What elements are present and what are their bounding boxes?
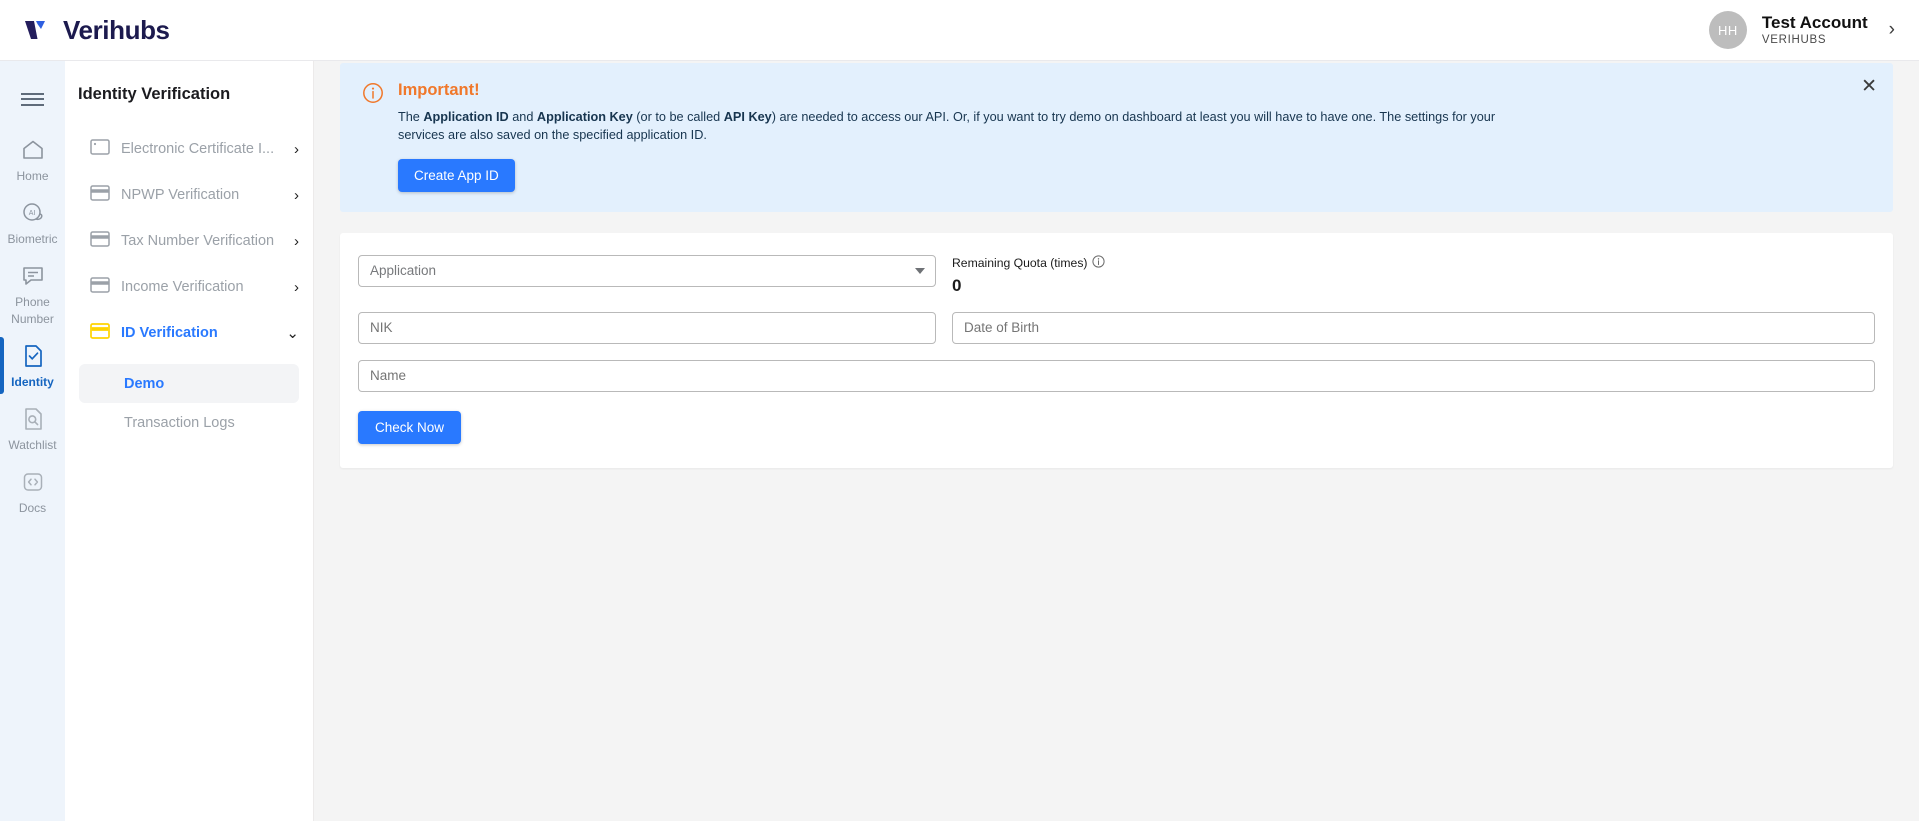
account-name: Test Account	[1761, 13, 1868, 33]
name-input[interactable]	[358, 359, 1875, 392]
sidebar-item-electronic-certificate[interactable]: Electronic Certificate I... ›	[65, 126, 313, 172]
sidebar-subitem-label: Demo	[124, 375, 165, 392]
chevron-right-icon: ›	[294, 232, 299, 250]
rail-item-phone-number[interactable]: Phone Number	[0, 255, 65, 332]
alert-text-p2: and	[508, 110, 537, 124]
rail-item-biometric[interactable]: AI Biometric	[0, 192, 65, 253]
important-alert: Important! The Application ID and Applic…	[340, 63, 1893, 212]
quota-label-wrap: Remaining Quota (times)	[952, 255, 1875, 271]
create-app-id-button[interactable]: Create App ID	[398, 158, 515, 192]
sidebar-item-id-verification[interactable]: ID Verification ⌄	[65, 310, 313, 356]
sidebar-item-label: Electronic Certificate I...	[121, 141, 275, 157]
card-icon	[90, 184, 110, 206]
sidebar-menu: Electronic Certificate I... › NPWP Verif…	[65, 126, 313, 442]
card-icon	[90, 276, 110, 298]
info-icon[interactable]	[1092, 255, 1106, 271]
alert-text-p1: The	[398, 110, 424, 124]
account-text: Test Account VERIHUBS	[1762, 12, 1868, 48]
card-dot-icon	[90, 138, 110, 160]
form-row-application: Application Remaining Quota (times) 0	[358, 254, 1875, 296]
account-menu[interactable]: HH Test Account VERIHUBS ›	[1708, 11, 1901, 49]
check-now-button[interactable]: Check Now	[358, 410, 462, 444]
close-icon[interactable]: ✕	[1861, 77, 1877, 96]
alert-text-b3: API Key	[723, 110, 772, 124]
demo-form-card: Application Remaining Quota (times) 0 NI…	[340, 232, 1893, 468]
card-icon-yellow	[90, 322, 110, 344]
home-icon	[20, 137, 46, 163]
secondary-sidebar: Identity Verification Electronic Certifi…	[65, 61, 314, 821]
card-icon	[90, 230, 110, 252]
message-icon	[20, 263, 46, 289]
application-select-value: Application	[370, 263, 437, 279]
document-search-icon	[20, 406, 46, 432]
chevron-down-icon: ⌄	[286, 325, 299, 342]
code-brackets-icon	[20, 469, 46, 495]
alert-title: Important!	[398, 81, 480, 99]
sidebar-item-label: ID Verification	[121, 325, 218, 341]
rail-label: Identity	[11, 374, 54, 389]
alert-text-b2: Application Key	[536, 110, 633, 124]
top-bar: Verihubs HH Test Account VERIHUBS ›	[0, 0, 1919, 61]
sidebar-subitem-transaction-logs[interactable]: Transaction Logs	[79, 403, 299, 442]
rail-item-watchlist[interactable]: Watchlist	[0, 398, 65, 459]
icon-rail: Home AI Biometric Phone Number Identity …	[0, 61, 65, 821]
chevron-right-icon: ›	[294, 140, 299, 158]
sidebar-item-label: Tax Number Verification	[121, 233, 275, 249]
chevron-right-icon: ›	[294, 278, 299, 296]
sidebar-subitem-label: Transaction Logs	[124, 414, 235, 431]
quota-label: Remaining Quota (times)	[952, 255, 1088, 270]
chevron-down-icon	[915, 267, 925, 274]
sidebar-item-label: Income Verification	[121, 279, 244, 295]
sidebar-item-tax-number-verification[interactable]: Tax Number Verification ›	[65, 218, 313, 264]
rail-item-home[interactable]: Home	[0, 129, 65, 190]
alert-text: The Application ID and Application Key (…	[398, 108, 1538, 145]
document-check-icon	[20, 343, 46, 369]
svg-text:AI: AI	[28, 210, 35, 217]
main-content: Important! The Application ID and Applic…	[314, 61, 1919, 821]
chevron-right-icon: ›	[294, 186, 299, 204]
hamburger-icon	[21, 89, 44, 109]
sidebar-item-income-verification[interactable]: Income Verification ›	[65, 264, 313, 310]
nik-input[interactable]	[358, 311, 936, 344]
rail-label: Phone Number	[11, 295, 54, 326]
account-org: VERIHUBS	[1761, 34, 1827, 47]
ai-face-icon: AI	[20, 200, 46, 226]
rail-label: Docs	[18, 501, 47, 516]
brand[interactable]: Verihubs	[22, 15, 170, 46]
rail-item-docs[interactable]: Docs	[0, 461, 65, 522]
form-row-name	[358, 359, 1875, 392]
hamburger-menu-button[interactable]	[0, 71, 65, 127]
chevron-right-icon[interactable]: ›	[1883, 19, 1901, 41]
brand-name: Verihubs	[63, 14, 170, 45]
page-title: Identity Verification	[78, 85, 231, 103]
avatar: HH	[1708, 11, 1747, 49]
form-row-nik-dob	[358, 311, 1875, 344]
sidebar-subitem-demo[interactable]: Demo	[79, 364, 299, 403]
alert-body: Important! The Application ID and Applic…	[398, 81, 1871, 192]
rail-label: Watchlist	[8, 437, 57, 452]
alert-text-p3: (or to be called	[632, 110, 724, 124]
verihubs-logo-icon	[22, 15, 52, 45]
sidebar-item-npwp-verification[interactable]: NPWP Verification ›	[65, 172, 313, 218]
info-circle-icon	[362, 82, 384, 192]
sidebar-submenu: Demo Transaction Logs	[65, 364, 313, 442]
quota-value: 0	[952, 275, 962, 295]
rail-label: Biometric	[7, 232, 58, 247]
application-select[interactable]: Application	[358, 254, 936, 287]
date-of-birth-input[interactable]	[952, 311, 1875, 344]
rail-item-identity[interactable]: Identity	[0, 335, 65, 396]
remaining-quota: Remaining Quota (times) 0	[952, 255, 1875, 296]
sidebar-item-label: NPWP Verification	[121, 187, 240, 203]
alert-text-b1: Application ID	[423, 110, 509, 124]
rail-label: Home	[16, 169, 49, 183]
